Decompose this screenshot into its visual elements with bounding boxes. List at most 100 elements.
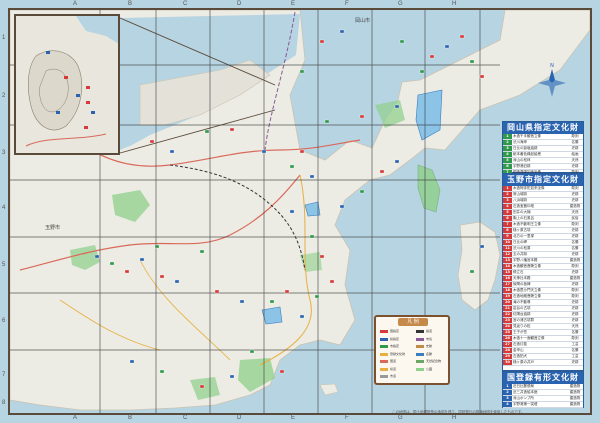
legend-item-label: 県道 [390, 366, 397, 371]
cultural-property-marker [149, 139, 155, 144]
cultural-property-marker [269, 299, 275, 304]
grid-column-label: D [237, 415, 242, 421]
grid-column-label: C [183, 1, 188, 7]
table-row: 1 木造阿弥陀如来坐像 彫刻 [503, 186, 583, 192]
legend-item-label: 国指定 [390, 329, 400, 333]
cultural-property-marker [289, 209, 295, 214]
north-city-label: 岡山市 [355, 18, 371, 24]
cultural-property-marker [249, 349, 255, 354]
grid-row-label: 3 [2, 150, 6, 156]
cultural-property-marker [459, 34, 465, 39]
cultural-property-marker [214, 289, 220, 294]
tamano-city-table: 1 木造阿弥陀如来坐像 彫刻 2 常山城跡 史跡 3 八浜城跡 史跡 4 石造宝篋印塔 建造物 5 田井の… [503, 186, 583, 366]
cultural-property-marker [154, 244, 160, 249]
legend-symbol [380, 345, 388, 348]
cultural-property-marker [419, 69, 425, 74]
grid-column-label: F [345, 1, 349, 7]
cultural-property-marker [229, 374, 235, 379]
inset-property-marker [84, 126, 88, 129]
legend-item-label: 登録文化財 [390, 351, 406, 356]
cultural-property-marker [159, 369, 165, 374]
grid-column-label: H [452, 1, 457, 7]
legend-item-label: 市境 [426, 336, 433, 341]
property-name: 宇野港第一突堤 [512, 401, 567, 408]
legend-title: 凡 例 [398, 318, 428, 326]
table-row: 26 木造十一面観音立像 彫刻 [503, 335, 583, 342]
national-registered-panel-title: 国登録有形文化財 [503, 372, 583, 384]
cultural-property-marker [139, 257, 145, 262]
legend-symbol [416, 367, 424, 371]
grid-row-label: 7 [2, 372, 6, 378]
cultural-property-marker [469, 269, 475, 274]
cultural-property-marker [299, 149, 305, 154]
legend-item-label: 公園 [426, 366, 433, 371]
grid-column-label: A [73, 415, 78, 421]
legend-item-label: 県指定 [390, 336, 400, 341]
property-name: 槌ヶ原の井戸 [512, 359, 567, 366]
grid-column-label: D [237, 1, 242, 7]
cultural-property-marker [284, 289, 290, 294]
cultural-property-marker [239, 299, 245, 304]
legend-symbol [380, 352, 388, 356]
grid-column-label: B [128, 1, 133, 7]
cultural-property-marker [329, 279, 335, 284]
footer-note: この地図は、国土地理院長の承認を得て、同院発行の数値地図を使用したものです。 [392, 410, 525, 414]
inset-property-marker [86, 101, 90, 104]
property-kind: 建造物 [567, 401, 583, 408]
naoshima-island [457, 221, 501, 311]
legend-symbol [380, 360, 388, 363]
table-row: 4 宇野港第一突堤 建造物 [503, 401, 583, 408]
legend-symbol [380, 367, 388, 371]
tamano-city-panel: 玉野市指定文化財 1 木造阿弥陀如来坐像 彫刻 2 常山城跡 史跡 3 八浜城跡 史跡 4 石造宝篋… [502, 173, 584, 371]
legend-symbol [380, 375, 388, 378]
legend-item-label: 天然記念物 [426, 359, 442, 363]
grid-column-label: G [398, 415, 403, 421]
inset-property-marker [91, 111, 95, 114]
grid-column-label: A [73, 1, 78, 7]
cultural-property-marker [359, 189, 365, 194]
cultural-property-marker [169, 149, 175, 154]
legend-item-label: 史跡 [426, 344, 433, 348]
grid-column-label: E [291, 1, 296, 7]
map-legend: 凡 例 国指定 県指定 市指定 登録文化財 国道 県道 市道 鉄道 市境 史跡 名勝 天然記念物 公園 [374, 315, 450, 385]
okayama-pref-panel-title: 岡山県指定文化財 [503, 122, 583, 134]
grid-row-label: 4 [2, 205, 6, 211]
inset-property-marker [76, 94, 80, 97]
grid-row-label: 6 [2, 318, 6, 324]
cultural-property-marker [289, 164, 295, 169]
cultural-property-marker [199, 384, 205, 389]
cultural-property-marker [94, 254, 100, 259]
grid-row-label: 1 [2, 35, 6, 41]
legend-item-label: 市道 [390, 374, 397, 378]
cultural-property-marker [314, 294, 320, 299]
cultural-property-marker [399, 39, 405, 44]
legend-item-label: 国道 [390, 359, 397, 363]
grid-row-label: 8 [2, 400, 6, 406]
cultural-property-marker [204, 129, 210, 134]
cultural-property-marker [229, 127, 235, 132]
map-canvas[interactable]: N A A B B C C D D E E F F G G H H 1 2 3 4 5 6 7 8 玉野市 岡山市 凡 例 … [0, 0, 600, 423]
cultural-property-marker [309, 234, 315, 239]
legend-item-label: 名勝 [426, 351, 433, 356]
grid-column-label: G [398, 1, 403, 7]
row-number-badge: 4 [503, 401, 512, 408]
table-row: 30 槌ヶ原の井戸 史跡 [503, 359, 583, 366]
national-registered-panel: 国登録有形文化財 1 旧日比郵便局 建造物 2 旧三井造船本館 建造物 3 深山ポンプ所 建造物… [502, 371, 584, 408]
legend-symbol [416, 337, 424, 341]
cultural-property-marker [359, 114, 365, 119]
cultural-property-marker [299, 69, 305, 74]
legend-item-label: 市指定 [390, 344, 400, 348]
grid-column-label: F [345, 415, 349, 421]
okayama-pref-panel: 岡山県指定文化財 1 木造千手観音立像 彫刻 2 渋川海岸 名勝 3 日比の製塩遺跡 史跡 4 紙本… [502, 121, 584, 182]
cultural-property-marker [159, 274, 165, 279]
legend-symbol [380, 337, 388, 341]
tamano-city-panel-title: 玉野市指定文化財 [503, 174, 583, 186]
cultural-property-marker [429, 54, 435, 59]
cultural-property-marker [394, 159, 400, 164]
cultural-property-marker [319, 254, 325, 259]
cultural-property-marker [379, 169, 385, 174]
inset-map[interactable] [14, 14, 120, 155]
row-number-badge: 30 [503, 359, 512, 366]
cultural-property-marker [124, 269, 130, 274]
cultural-property-marker [479, 244, 485, 249]
